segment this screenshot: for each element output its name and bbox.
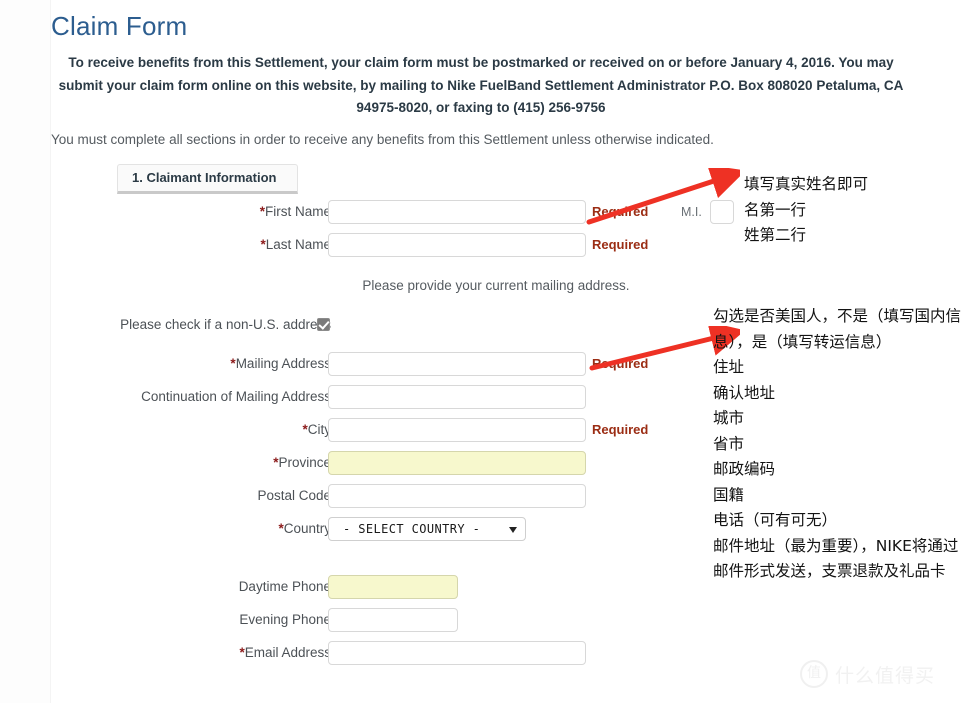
required-flag-mailing-address: Required [592,356,649,371]
daytime-phone-input[interactable] [328,575,458,599]
form-section-tabs: 1. Claimant Information [117,164,298,194]
province-input[interactable] [328,451,586,475]
label-last-name: *Last Name [260,237,331,252]
row-evening-phone: Evening Phone [51,608,970,641]
tab-claimant-information[interactable]: 1. Claimant Information [117,164,298,194]
label-city: *City [302,422,331,437]
country-select-value: - SELECT COUNTRY - [343,522,481,536]
required-flag-city: Required [592,422,649,437]
label-evening-phone: Evening Phone [239,612,331,627]
label-middle-initial: M.I. [681,205,702,219]
label-province: *Province [273,455,331,470]
last-name-input[interactable] [328,233,586,257]
annotation-name-note: 填写真实姓名即可 名第一行 姓第二行 [744,175,869,244]
chevron-down-icon [509,527,517,533]
middle-initial-input[interactable] [710,200,734,224]
completion-instruction: You must complete all sections in order … [51,132,714,147]
page-title: Claim Form [51,11,188,41]
annotation-address-note: 勾选是否美国人，不是（填写国内信息），是（填写转运信息） 住址 确认地址 城市 … [713,307,962,580]
evening-phone-input[interactable] [328,608,458,632]
first-name-input[interactable] [328,200,586,224]
label-country: *Country [278,521,331,536]
label-postal-code: Postal Code [257,488,331,503]
label-mailing-address: *Mailing Address [230,356,331,371]
settlement-notice: To receive benefits from this Settlement… [58,55,904,115]
label-continuation-address: Continuation of Mailing Address [141,389,331,404]
mailing-address-note: Please provide your current mailing addr… [362,278,630,293]
required-flag-first-name: Required [592,204,649,219]
non-us-address-checkbox[interactable] [317,318,330,331]
country-select[interactable]: - SELECT COUNTRY - [328,517,526,541]
email-address-input[interactable] [328,641,586,665]
continuation-address-input[interactable] [328,385,586,409]
watermark: 值 什么值得买 [800,660,935,688]
label-non-us-address: Please check if a non-U.S. address [120,317,331,332]
city-input[interactable] [328,418,586,442]
label-first-name: *First Name [259,204,331,219]
watermark-badge-icon: 值 [800,660,828,688]
watermark-text: 什么值得买 [835,664,936,687]
label-email-address: *Email Address [239,645,331,660]
postal-code-input[interactable] [328,484,586,508]
label-daytime-phone: Daytime Phone [238,579,331,594]
mailing-address-input[interactable] [328,352,586,376]
required-flag-last-name: Required [592,237,649,252]
